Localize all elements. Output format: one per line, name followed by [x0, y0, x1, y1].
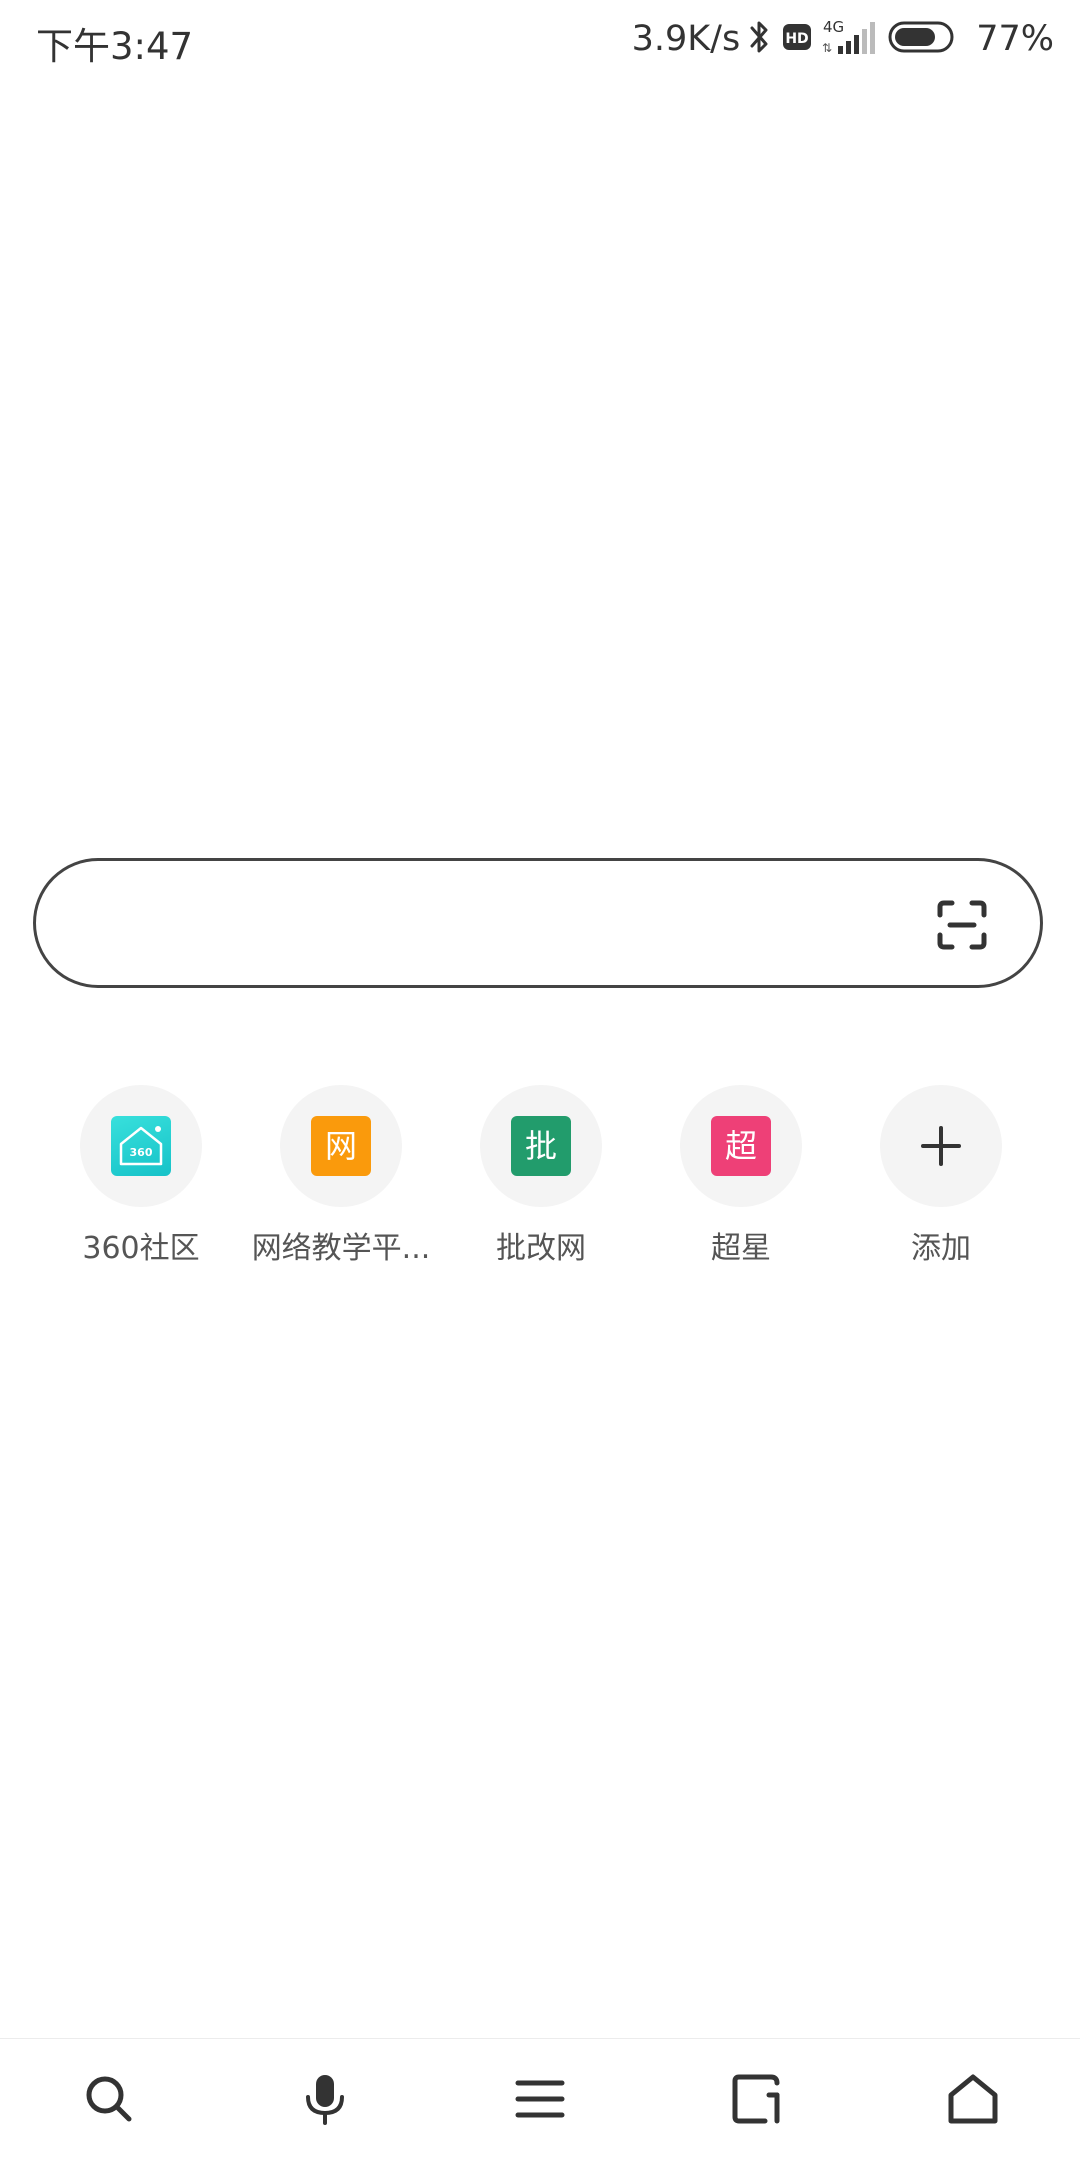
status-right: 3.9K/s HD 4G ⇅ 77%: [632, 14, 1054, 64]
shortcut-chaoxing[interactable]: 超 超星: [641, 1085, 841, 1267]
shortcut-tile: 批: [511, 1116, 571, 1176]
search-input[interactable]: [86, 895, 910, 957]
shortcut-grid: 360 360社区 网 网络教学平... 批 批改网 超 超星 添加: [0, 1085, 1080, 1285]
scan-icon[interactable]: [936, 899, 988, 951]
svg-text:⇅: ⇅: [822, 41, 832, 55]
add-shortcut-button[interactable]: 添加: [841, 1085, 1041, 1267]
plus-icon: [921, 1126, 961, 1166]
menu-icon[interactable]: [510, 2069, 570, 2129]
network-type: 4G: [823, 18, 844, 36]
search-icon[interactable]: [79, 2069, 139, 2129]
network-speed: 3.9K/s: [631, 19, 741, 59]
battery-icon: [888, 20, 958, 58]
bluetooth-icon: [748, 19, 772, 59]
shortcut-label: 网络教学平...: [251, 1231, 431, 1266]
shortcut-circle: 网: [280, 1085, 402, 1207]
hd-badge-text: HD: [786, 31, 809, 47]
shortcut-circle: 360: [80, 1085, 202, 1207]
community-360-icon: 360: [111, 1116, 171, 1176]
shortcut-label: 超星: [711, 1231, 771, 1266]
status-bar: 下午3:47 3.9K/s HD 4G ⇅ 77%: [0, 0, 1080, 80]
tabs-icon[interactable]: [727, 2069, 787, 2129]
shortcut-circle: 超: [680, 1085, 802, 1207]
shortcut-tile: 网: [311, 1116, 371, 1176]
shortcut-label: 添加: [911, 1231, 971, 1266]
shortcut-circle: 批: [480, 1085, 602, 1207]
microphone-icon[interactable]: [295, 2069, 355, 2129]
shortcut-tile: 超: [711, 1116, 771, 1176]
shortcut-label: 360社区: [82, 1231, 200, 1266]
shortcut-tile-text: 360: [130, 1146, 153, 1159]
shortcut-360-community[interactable]: 360 360社区: [41, 1085, 241, 1267]
bottom-nav: [0, 2038, 1080, 2161]
hd-icon: HD: [782, 22, 812, 56]
search-bar[interactable]: [33, 858, 1043, 988]
battery-percent: 77%: [976, 19, 1054, 59]
home-icon[interactable]: [943, 2069, 1003, 2129]
shortcut-label: 批改网: [496, 1231, 586, 1266]
signal-icon: 4G ⇅: [822, 18, 878, 60]
shortcut-pigai[interactable]: 批 批改网: [441, 1085, 641, 1267]
shortcut-online-teaching[interactable]: 网 网络教学平...: [241, 1085, 441, 1267]
status-time: 下午3:47: [36, 25, 194, 68]
shortcut-circle: [880, 1085, 1002, 1207]
